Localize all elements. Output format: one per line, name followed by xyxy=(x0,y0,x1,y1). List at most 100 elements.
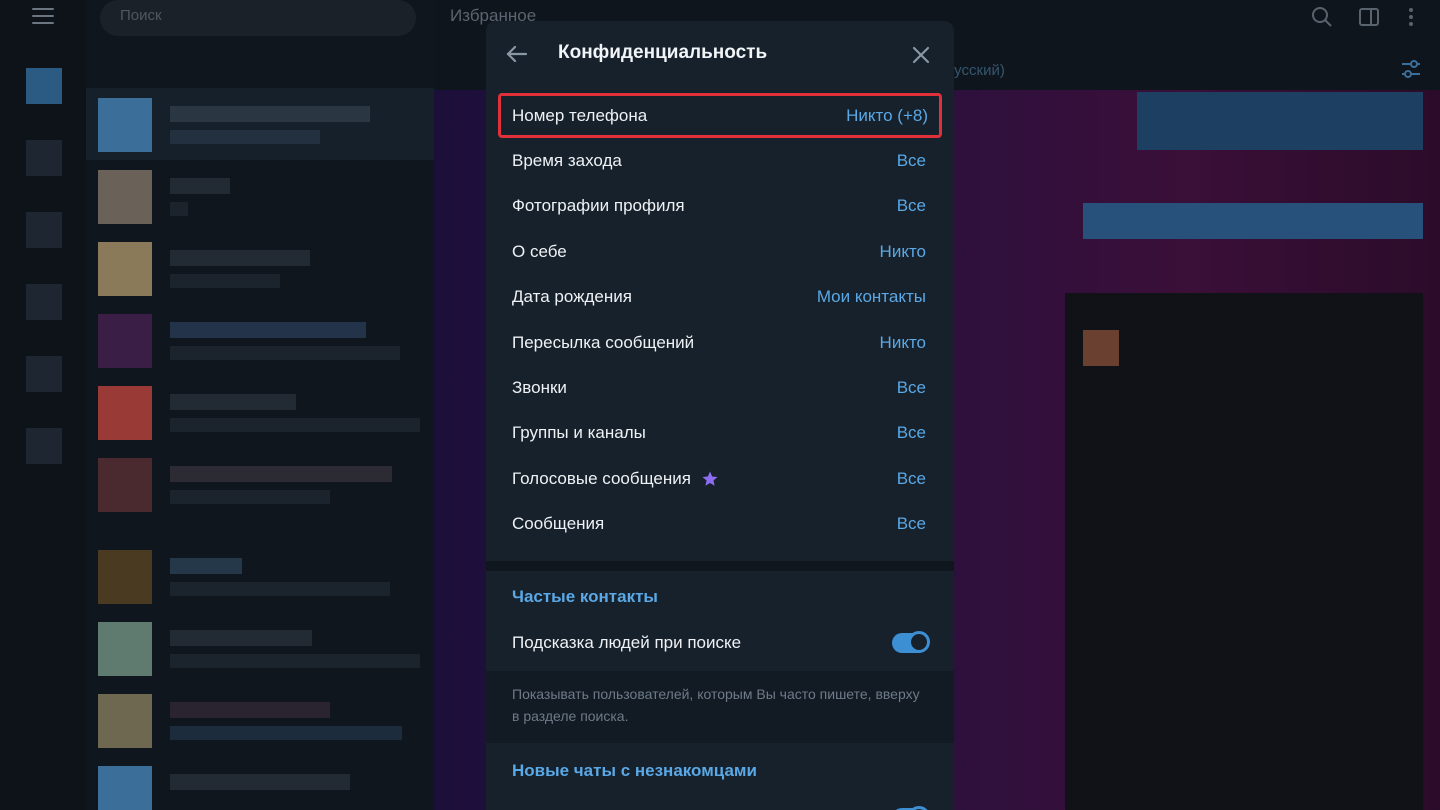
suggest-people-toggle-row[interactable]: Подсказка людей при поиске xyxy=(486,620,954,666)
folder-item xyxy=(26,212,62,248)
row-label: Фотографии профиля xyxy=(512,196,685,216)
sidebar-toggle-icon[interactable] xyxy=(1358,6,1380,28)
avatar xyxy=(98,314,152,368)
row-value: Все xyxy=(896,378,926,398)
folder-rail xyxy=(0,0,86,810)
chat-list-item[interactable] xyxy=(86,612,434,684)
chat-list-item[interactable] xyxy=(86,88,434,160)
row-value: Мои контакты xyxy=(816,287,926,307)
privacy-row-bio[interactable]: О себе Никто xyxy=(486,229,954,274)
privacy-row-calls[interactable]: Звонки Все xyxy=(486,365,954,410)
new-chats-toggle-row[interactable] xyxy=(486,795,954,810)
privacy-row-groups-channels[interactable]: Группы и каналы Все xyxy=(486,411,954,456)
row-label: Дата рождения xyxy=(512,287,632,307)
chat-list-item[interactable] xyxy=(86,304,434,376)
suggest-people-toggle[interactable] xyxy=(892,631,930,653)
avatar xyxy=(98,550,152,604)
search-placeholder: Поиск xyxy=(120,7,162,24)
chat-preview-placeholder xyxy=(170,130,320,144)
back-arrow-icon[interactable] xyxy=(502,39,532,69)
chat-title-placeholder xyxy=(170,630,312,646)
avatar xyxy=(98,622,152,676)
privacy-row-last-seen[interactable]: Время захода Все xyxy=(486,138,954,183)
row-label: Сообщения xyxy=(512,514,605,534)
message-bubble xyxy=(1083,203,1423,239)
chat-title-placeholder xyxy=(170,394,296,410)
chat-preview-placeholder xyxy=(170,654,420,668)
toggle-label: Подсказка людей при поиске xyxy=(512,633,742,652)
avatar xyxy=(98,170,152,224)
avatar xyxy=(98,242,152,296)
chat-preview-placeholder xyxy=(170,418,420,432)
search-icon[interactable] xyxy=(1311,6,1333,28)
folder-item xyxy=(26,68,62,104)
chat-preview-placeholder xyxy=(170,726,402,740)
search-input[interactable]: Поиск xyxy=(100,0,416,36)
privacy-row-voice-messages[interactable]: Голосовые сообщения Все xyxy=(486,456,954,501)
frequent-contacts-hint: Показывать пользователей, которым Вы час… xyxy=(486,671,954,743)
chat-title-placeholder xyxy=(170,558,242,574)
row-value: Никто xyxy=(879,241,926,261)
row-value: Никто (+8) xyxy=(846,105,928,125)
chat-title-placeholder xyxy=(170,702,330,718)
chat-title-placeholder xyxy=(170,774,350,790)
chat-list-item[interactable] xyxy=(86,756,434,810)
chat-title-placeholder xyxy=(170,178,230,194)
chat-title-placeholder xyxy=(170,322,366,338)
chat-preview-placeholder xyxy=(170,202,188,216)
row-label-with-badge: Голосовые сообщения xyxy=(512,469,719,489)
privacy-row-messages[interactable]: Сообщения Все xyxy=(486,502,954,547)
chat-title-placeholder xyxy=(170,466,392,482)
section-divider xyxy=(486,561,954,571)
avatar xyxy=(98,98,152,152)
toggle-knob xyxy=(908,631,930,653)
message-bubble xyxy=(1137,92,1423,150)
chat-subtitle: русский) xyxy=(946,62,1005,79)
folder-item xyxy=(26,284,62,320)
chat-preview-placeholder xyxy=(170,274,280,288)
privacy-settings-dialog: Конфиденциальность Номер телефона Никто … xyxy=(486,21,954,810)
folder-item xyxy=(26,428,62,464)
row-label: Пересылка сообщений xyxy=(512,332,695,352)
media-thumb xyxy=(1083,330,1119,366)
dialog-title: Конфиденциальность xyxy=(558,42,768,63)
chat-preview-placeholder xyxy=(170,490,330,504)
chat-list-item[interactable] xyxy=(86,684,434,756)
avatar xyxy=(98,458,152,512)
row-label: Голосовые сообщения xyxy=(512,468,691,488)
row-label: О себе xyxy=(512,241,567,261)
privacy-row-profile-photos[interactable]: Фотографии профиля Все xyxy=(486,184,954,229)
chat-title-placeholder xyxy=(170,250,310,266)
chat-list-item[interactable] xyxy=(86,160,434,232)
row-label: Время захода xyxy=(512,151,622,171)
chat-list-item[interactable] xyxy=(86,540,434,612)
row-label: Номер телефона xyxy=(512,105,648,125)
frequent-contacts-section-title: Частые контакты xyxy=(512,587,658,606)
media-bubble xyxy=(1065,293,1423,810)
row-value: Все xyxy=(896,514,926,534)
row-value: Все xyxy=(896,423,926,443)
row-value: Все xyxy=(896,468,926,488)
chat-list-item[interactable] xyxy=(86,376,434,448)
hint-text: Показывать пользователей, которым Вы час… xyxy=(512,686,920,724)
privacy-row-birthday[interactable]: Дата рождения Мои контакты xyxy=(486,275,954,320)
filter-icon[interactable] xyxy=(1400,58,1422,80)
close-icon[interactable] xyxy=(906,40,936,70)
menu-icon[interactable] xyxy=(32,8,54,24)
avatar xyxy=(98,386,152,440)
row-label: Группы и каналы xyxy=(512,423,646,443)
dialog-header: Конфиденциальность xyxy=(486,21,954,89)
privacy-row-phone-number[interactable]: Номер телефона Никто (+8) xyxy=(498,93,942,139)
premium-star-icon xyxy=(702,471,718,486)
folder-item xyxy=(26,140,62,176)
avatar xyxy=(98,766,152,810)
avatar xyxy=(98,694,152,748)
privacy-row-forwarded-messages[interactable]: Пересылка сообщений Никто xyxy=(486,320,954,365)
privacy-options-list: Номер телефона Никто (+8) Время захода В… xyxy=(486,93,954,547)
row-label: Звонки xyxy=(512,378,567,398)
row-value: Все xyxy=(896,151,926,171)
more-icon[interactable] xyxy=(1400,6,1422,28)
chat-list-item[interactable] xyxy=(86,232,434,304)
chat-list-item[interactable] xyxy=(86,448,434,520)
chat-preview-placeholder xyxy=(170,582,390,596)
